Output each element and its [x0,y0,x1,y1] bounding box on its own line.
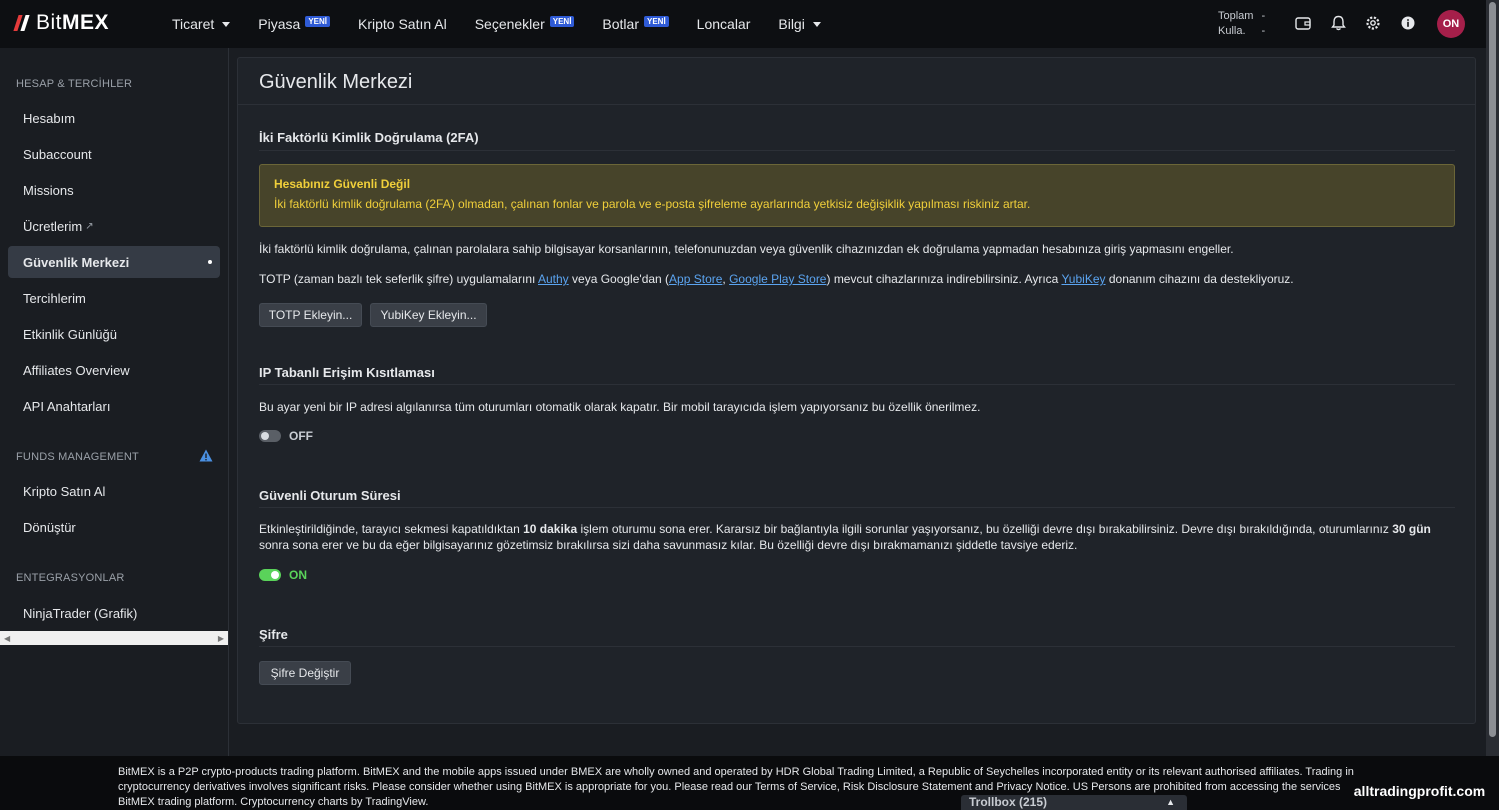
alert-text: İki faktörlü kimlik doğrulama (2FA) olma… [274,197,1031,211]
chevron-up-icon: ▲ [1166,797,1175,807]
authy-link[interactable]: Authy [538,272,569,286]
wallet-icon[interactable] [1292,12,1314,34]
sidebar-item-hesabim[interactable]: Hesabım [8,102,220,134]
new-badge: YENİ [549,15,575,27]
watermark: alltradingprofit.com [1340,778,1499,804]
scroll-right-icon[interactable]: ▶ [218,634,224,643]
twofa-description: İki faktörlü kimlik doğrulama, çalınan p… [259,242,1234,256]
scroll-left-icon[interactable]: ◀ [4,634,10,643]
new-badge: YENİ [644,15,669,27]
sidebar-item-affiliates-overview[interactable]: Affiliates Overview [8,354,220,386]
active-indicator [208,260,212,264]
new-badge: YENİ [305,15,330,27]
add-yubikey-button[interactable]: YubiKey Ekleyin... [370,303,487,327]
totp-description: TOTP (zaman bazlı tek seferlik şifre) uy… [259,272,1294,286]
yubikey-link[interactable]: YubiKey [1061,272,1105,286]
google-play-link[interactable]: Google Play Store [729,272,826,286]
trollbox-tab[interactable]: Trollbox (215) ▲ [961,795,1187,810]
sidebar-item-ninjatrader[interactable]: NinjaTrader (Grafik) [8,597,220,629]
sidebar-item-guvenlik-merkezi[interactable]: Güvenlik Merkezi [8,246,220,278]
app-store-link[interactable]: App Store [669,272,722,286]
sidebar-item-kripto-satin-al[interactable]: Kripto Satın Al [8,475,220,507]
top-navbar: BitMEX Ticaret Piyasa YENİ Kripto Satın A… [0,0,1499,48]
external-link-icon: ↗ [85,220,94,232]
session-duration-toggle[interactable] [259,569,281,581]
password-section-title: Şifre [259,627,288,642]
page-scrollbar[interactable] [1486,0,1499,758]
bell-icon[interactable] [1327,12,1349,34]
warning-icon[interactable] [199,449,213,462]
nav-ticaret[interactable]: Ticaret [172,0,231,48]
footer: BitMEX is a P2P crypto-products trading … [0,756,1499,810]
sidebar-section-account: HESAP & TERCİHLER [16,78,133,90]
nav-loncalar[interactable]: Loncalar [697,0,751,48]
sidebar-item-ucretlerim[interactable]: Ücretlerim ↗ [8,210,220,242]
insecure-account-alert: Hesabınız Güvenli Değil İki faktörlü kim… [259,164,1455,227]
ip-section-title: IP Tabanlı Erişim Kısıtlaması [259,365,435,380]
nav-bilgi[interactable]: Bilgi [778,0,821,48]
sidebar-item-missions[interactable]: Missions [8,174,220,206]
sidebar-item-api-anahtarlari[interactable]: API Anahtarları [8,390,220,422]
sidebar-item-subaccount[interactable]: Subaccount [8,138,220,170]
security-center-card: Güvenlik Merkezi İki Faktörlü Kimlik Doğ… [237,57,1476,724]
ip-description: Bu ayar yeni bir IP adresi algılanırsa t… [259,400,981,414]
alert-title: Hesabınız Güvenli Değil [274,177,411,191]
nav-botlar[interactable]: Botlar YENİ [602,0,669,48]
caret-down-icon [222,21,231,27]
sidebar-section-integrations: ENTEGRASYONLAR [16,572,125,584]
logo-mark-icon [13,15,34,31]
main-nav: Ticaret Piyasa YENİ Kripto Satın Al Seçen… [172,0,849,48]
session-toggle-state: ON [289,568,307,582]
ip-toggle-state: OFF [289,429,313,443]
nav-kripto-satin-al[interactable]: Kripto Satın Al [358,0,447,48]
balance-summary[interactable]: Toplam - Kulla. - [1218,9,1265,39]
sidebar-item-donustur[interactable]: Dönüştür [8,511,220,543]
session-section-title: Güvenli Oturum Süresi [259,488,401,503]
twofa-section-title: İki Faktörlü Kimlik Doğrulama (2FA) [259,130,479,145]
page-title: Güvenlik Merkezi [259,71,413,93]
scrollbar-thumb[interactable] [1489,2,1496,737]
nav-piyasa[interactable]: Piyasa YENİ [258,0,330,48]
change-password-button[interactable]: Şifre Değiştir [259,661,351,685]
ip-restriction-toggle[interactable] [259,430,281,442]
info-icon[interactable] [1397,12,1419,34]
add-totp-button[interactable]: TOTP Ekleyin... [259,303,362,327]
sidebar-item-etkinlik-gunlugu[interactable]: Etkinlik Günlüğü [8,318,220,350]
bitmex-logo[interactable]: BitMEX [13,10,109,36]
nav-secenekler[interactable]: Seçenekler YENİ [475,0,575,48]
sidebar-item-tercihlerim[interactable]: Tercihlerim [8,282,220,314]
avatar[interactable]: ON [1437,10,1465,38]
footer-disclaimer: BitMEX is a P2P crypto-products trading … [118,766,1372,808]
caret-down-icon [812,21,821,27]
session-description: Etkinleştirildiğinde, tarayıcı sekmesi k… [259,522,1431,552]
sidebar: HESAP & TERCİHLER Hesabım Subaccount Mis… [0,48,229,758]
gear-icon[interactable] [1362,12,1384,34]
sidebar-horizontal-scrollbar[interactable]: ◀ ▶ [0,631,228,645]
sidebar-section-funds: FUNDS MANAGEMENT [16,451,139,463]
